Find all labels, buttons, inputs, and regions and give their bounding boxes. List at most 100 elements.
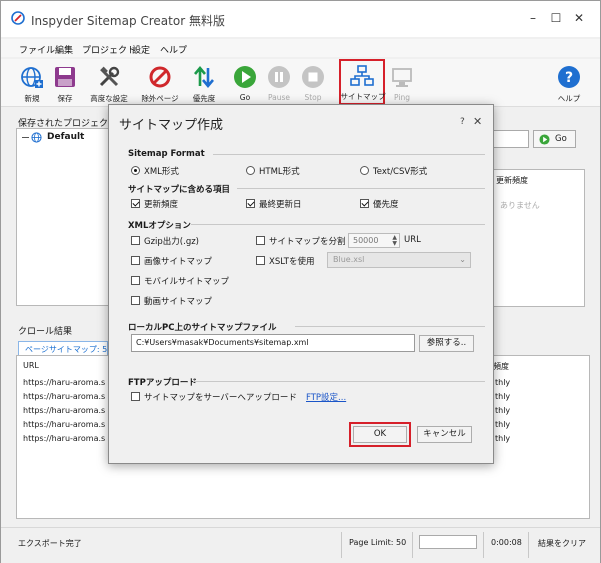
prohibit-icon [149, 66, 171, 88]
column-header: 更新頻度 [496, 176, 528, 185]
chevron-down-icon: ⌄ [459, 255, 466, 264]
sitemap-path-value: C:¥Users¥masak¥Documents¥sitemap.xml [136, 338, 309, 347]
sitemap-icon [350, 65, 374, 86]
elapsed-time: 0:00:08 [491, 538, 522, 547]
maximize-icon[interactable]: ☐ [547, 9, 565, 27]
xslt-value: Blue.xsl [333, 255, 365, 264]
menu-settings[interactable]: 設定 [132, 43, 150, 56]
ftp-upload-checkbox[interactable] [131, 392, 140, 401]
clear-results-button[interactable]: 結果をクリア [538, 538, 586, 549]
menu-file[interactable]: ファイル [19, 43, 55, 56]
close-icon[interactable]: ✕ [570, 9, 588, 27]
save-icon [55, 67, 75, 87]
advanced-settings-button[interactable]: 高度な設定 [89, 61, 129, 107]
priority-label: 優先度 [373, 200, 399, 210]
xslt-checkbox[interactable] [256, 256, 265, 265]
menu-bar: ファイル 編集 プロジェクト 設定 ヘルプ [1, 39, 600, 57]
empty-message: ありません [500, 201, 540, 210]
cancel-button[interactable]: キャンセル [417, 426, 472, 443]
gzip-checkbox[interactable] [131, 236, 140, 245]
main-window: Inspyder Sitemap Creator 無料版 – ☐ ✕ ファイル … [0, 0, 601, 563]
frequency-column-header: 頻度 [493, 362, 509, 371]
mobile-sitemap-checkbox[interactable] [131, 276, 140, 285]
stop-icon [302, 66, 324, 88]
xslt-select[interactable]: Blue.xsl ⌄ [327, 252, 471, 268]
local-file-heading: ローカルPC上のサイトマップファイル [128, 323, 277, 333]
frequency-cell: thly [495, 406, 511, 415]
table-row[interactable]: https://haru-aroma.s [23, 406, 105, 415]
ping-button[interactable]: Ping [382, 61, 422, 107]
divider [191, 224, 485, 225]
divider [193, 381, 485, 382]
status-divider [412, 532, 413, 558]
globe-icon [31, 132, 42, 143]
app-logo-icon [11, 11, 25, 25]
xslt-label: XSLTを使用 [269, 257, 315, 267]
go-url-button[interactable]: Go [533, 130, 576, 148]
help-label: ヘルプ [557, 94, 581, 103]
video-sitemap-checkbox[interactable] [131, 296, 140, 305]
title-bar: Inspyder Sitemap Creator 無料版 – ☐ ✕ [1, 1, 600, 37]
stop-button[interactable]: Stop [293, 61, 333, 107]
changefreq-label: 更新頻度 [144, 200, 179, 210]
menu-project[interactable]: プロジェクト [82, 43, 136, 56]
gzip-label: Gzip出力(.gz) [144, 237, 199, 247]
advanced-settings-label: 高度な設定 [90, 94, 128, 103]
include-heading: サイトマップに含める項目 [128, 185, 231, 195]
status-bar: エクスポート完了 Page Limit: 50 0:00:08 結果をクリア [1, 527, 600, 563]
format-html-radio[interactable] [246, 166, 255, 175]
lastmod-label: 最終更新日 [259, 200, 302, 210]
frequency-cell: thly [495, 378, 511, 387]
toolbar: 新規 保存 高度な設定 除外ページ 優先度 Go Pause Stop サイトマ… [1, 59, 600, 107]
priority-checkbox[interactable] [360, 199, 369, 208]
split-label: サイトマップを分割 [269, 237, 346, 247]
table-row[interactable]: https://haru-aroma.s [23, 420, 105, 429]
sitemap-path-input[interactable]: C:¥Users¥masak¥Documents¥sitemap.xml [131, 334, 415, 352]
collapse-icon[interactable] [21, 133, 30, 142]
dialog-help-icon[interactable]: ? [460, 117, 465, 127]
table-row[interactable]: https://haru-aroma.s [23, 378, 105, 387]
ok-button[interactable]: OK [353, 426, 407, 443]
image-sitemap-checkbox[interactable] [131, 256, 140, 265]
url-input[interactable] [493, 130, 529, 148]
dialog-close-icon[interactable]: ✕ [473, 115, 482, 128]
tab-page-sitemap[interactable]: ページサイトマップ: 5 [18, 341, 108, 355]
lastmod-checkbox[interactable] [246, 199, 255, 208]
ftp-settings-link[interactable]: FTP設定... [306, 391, 346, 403]
dialog-title: サイトマップ作成 [119, 118, 224, 133]
ping-label: Ping [394, 93, 410, 102]
pause-icon [268, 66, 290, 88]
split-count-stepper[interactable]: 50000 ▲ ▼ [348, 233, 400, 248]
status-divider [528, 532, 529, 558]
play-icon [234, 66, 256, 88]
divider [295, 326, 485, 327]
xml-options-heading: XMLオプション [128, 221, 191, 231]
help-icon: ? [558, 66, 580, 88]
stop-label: Stop [304, 93, 322, 102]
priority-button[interactable]: 優先度 [184, 61, 224, 107]
project-item-default[interactable]: Default [47, 132, 84, 142]
format-html-label: HTML形式 [259, 167, 300, 177]
tools-icon [99, 66, 120, 87]
menu-help[interactable]: ヘルプ [160, 43, 187, 56]
menu-edit[interactable]: 編集 [55, 43, 73, 56]
divider [213, 154, 485, 155]
format-text-radio[interactable] [360, 166, 369, 175]
minimize-icon[interactable]: – [524, 9, 542, 27]
help-button[interactable]: ? ヘルプ [549, 61, 589, 107]
exclude-pages-button[interactable]: 除外ページ [140, 61, 180, 107]
table-row[interactable]: https://haru-aroma.s [23, 434, 105, 443]
split-checkbox[interactable] [256, 236, 265, 245]
browse-button[interactable]: 参照する.. [419, 335, 474, 352]
stepper-arrows-icon[interactable]: ▲ ▼ [392, 235, 397, 247]
status-divider [341, 532, 342, 558]
format-xml-radio[interactable] [131, 166, 140, 175]
changefreq-checkbox[interactable] [131, 199, 140, 208]
table-row[interactable]: https://haru-aroma.s [23, 392, 105, 401]
ftp-upload-label: サイトマップをサーバーへアップロード [144, 393, 297, 403]
status-divider [483, 532, 484, 558]
play-small-icon [539, 134, 550, 145]
frequency-cell: thly [495, 420, 511, 429]
save-button[interactable]: 保存 [45, 61, 85, 107]
priority-arrows-icon [194, 65, 214, 89]
